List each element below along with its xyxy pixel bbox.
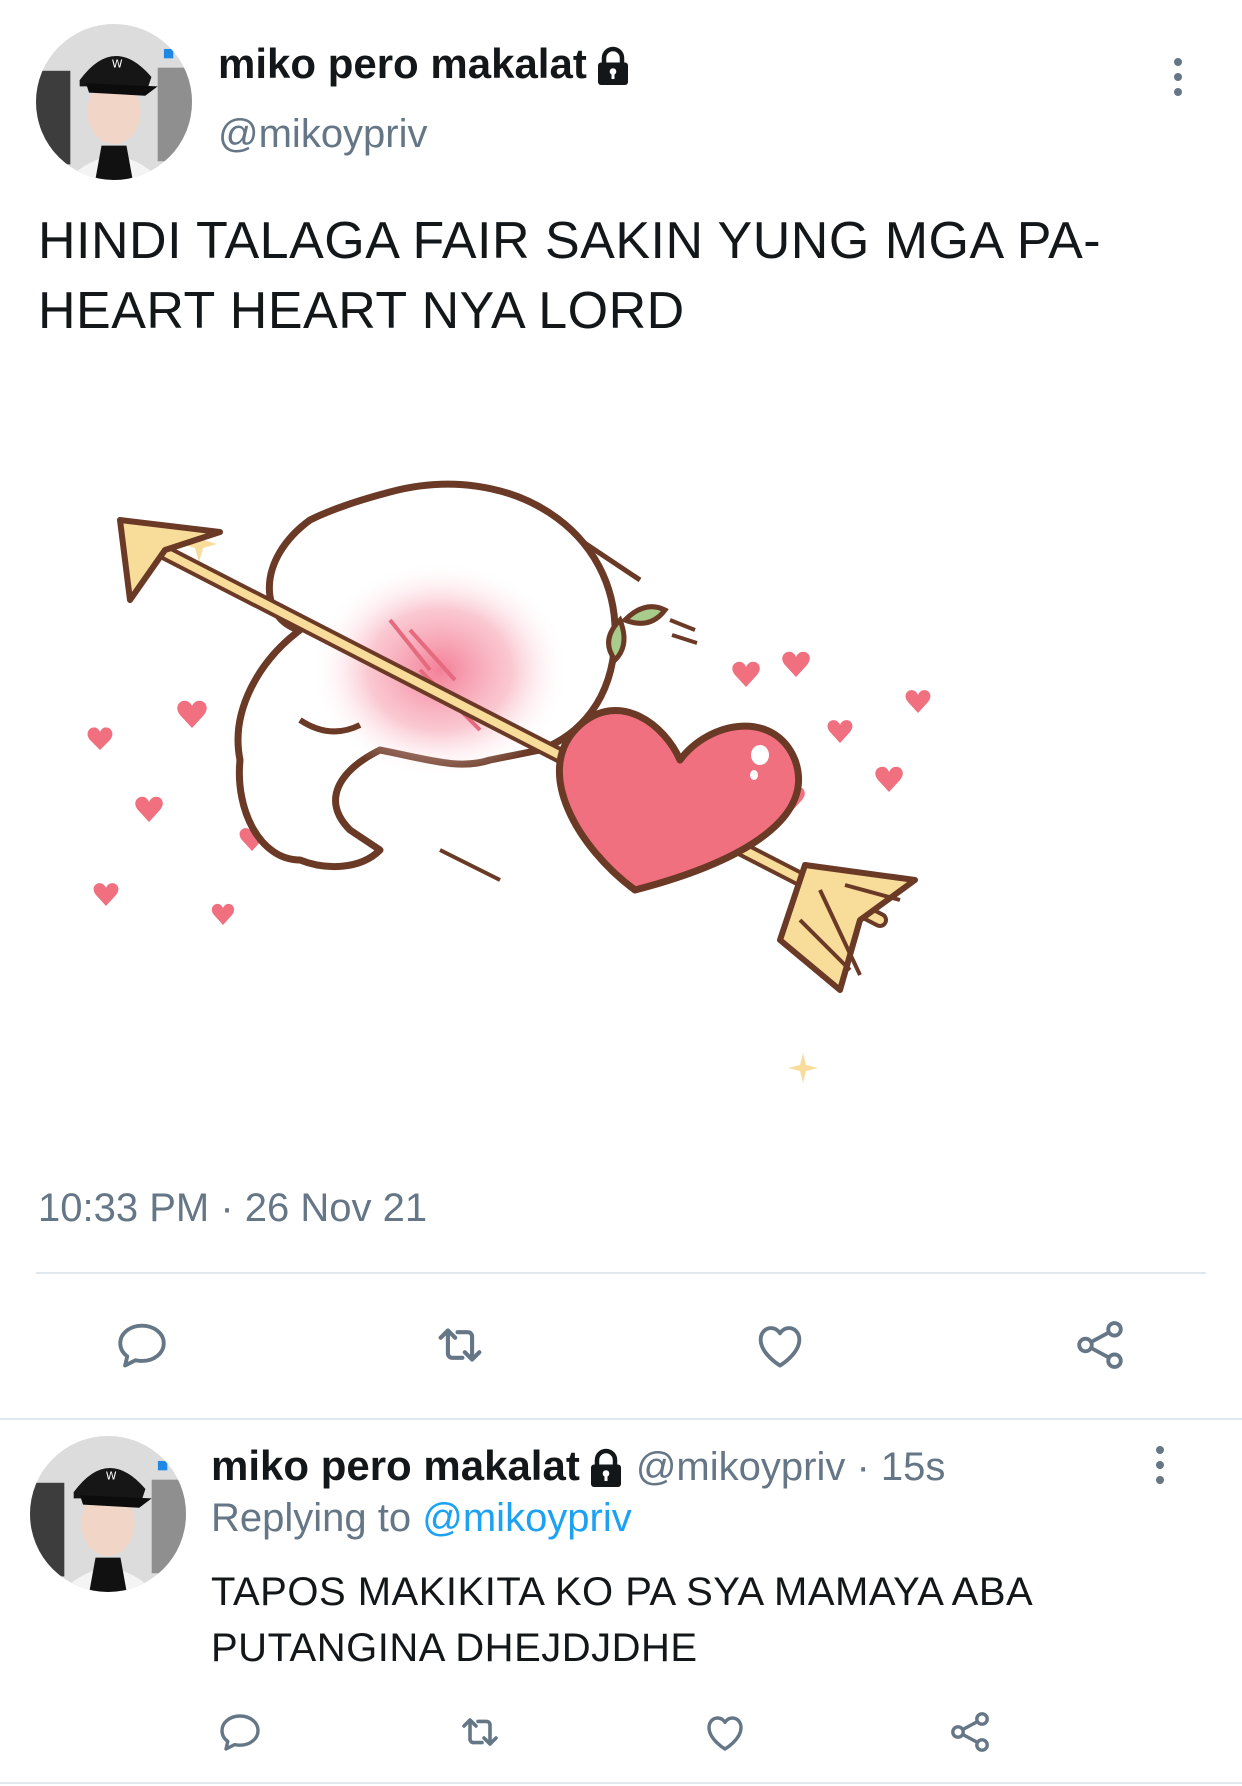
like-button[interactable] (695, 1704, 755, 1760)
replying-to-label: Replying to (211, 1496, 412, 1540)
reply-button[interactable] (104, 1312, 180, 1378)
reply-icon (118, 1323, 166, 1368)
handle[interactable]: @mikoypriv (218, 112, 428, 157)
avatar[interactable]: W (30, 1436, 186, 1592)
reply-button[interactable] (210, 1704, 270, 1760)
retweet-icon (438, 1328, 482, 1362)
tweet-image[interactable] (60, 470, 1000, 1150)
cupid-heart-sticker (87, 480, 931, 1083)
avatar-photo-icon: W (36, 24, 192, 180)
like-button[interactable] (742, 1312, 818, 1378)
avatar[interactable]: W (36, 24, 192, 180)
share-button[interactable] (940, 1704, 1000, 1760)
main-tweet: W miko pero makalat @mikoypriv HINDI TAL… (0, 0, 1242, 1418)
time-ago[interactable]: 15s (881, 1445, 946, 1489)
mention-link[interactable]: @mikoypriv (422, 1496, 632, 1540)
avatar-photo-icon: W (30, 1436, 186, 1592)
bottom-separator (0, 1782, 1242, 1784)
replying-to: Replying to @mikoypriv (211, 1496, 632, 1541)
retweet-icon (462, 1718, 498, 1746)
retweet-button[interactable] (422, 1312, 498, 1378)
share-icon (1077, 1321, 1123, 1369)
divider (36, 1272, 1206, 1274)
more-options-icon[interactable] (1168, 58, 1188, 96)
tweet-text: HINDI TALAGA FAIR SAKIN YUNG MGA PA-HEAR… (38, 212, 1102, 340)
display-name-text[interactable]: miko pero makalat (211, 1442, 580, 1489)
svg-text:W: W (112, 58, 123, 71)
retweet-button[interactable] (450, 1704, 510, 1760)
like-icon (758, 1326, 802, 1368)
display-name[interactable]: miko pero makalat (218, 40, 631, 88)
share-icon (951, 1712, 989, 1752)
share-button[interactable] (1062, 1312, 1138, 1378)
tweet-timestamp[interactable]: 10:33 PM · 26 Nov 21 (38, 1186, 427, 1231)
display-name-text: miko pero makalat (218, 40, 587, 87)
tweet-separator (0, 1418, 1242, 1420)
reply-text: TAPOS MAKIKITA KO PA SYA MAMAYA ABA PUTA… (211, 1570, 1031, 1670)
lock-icon (597, 46, 628, 85)
lock-icon (590, 1448, 621, 1487)
svg-text:W: W (106, 1470, 117, 1483)
more-options-icon[interactable] (1150, 1446, 1170, 1484)
handle[interactable]: @mikoypriv (636, 1445, 846, 1489)
reply-icon (220, 1714, 260, 1751)
reply-header: miko pero makalat @mikoypriv · 15s (211, 1442, 946, 1489)
like-icon (707, 1716, 743, 1751)
